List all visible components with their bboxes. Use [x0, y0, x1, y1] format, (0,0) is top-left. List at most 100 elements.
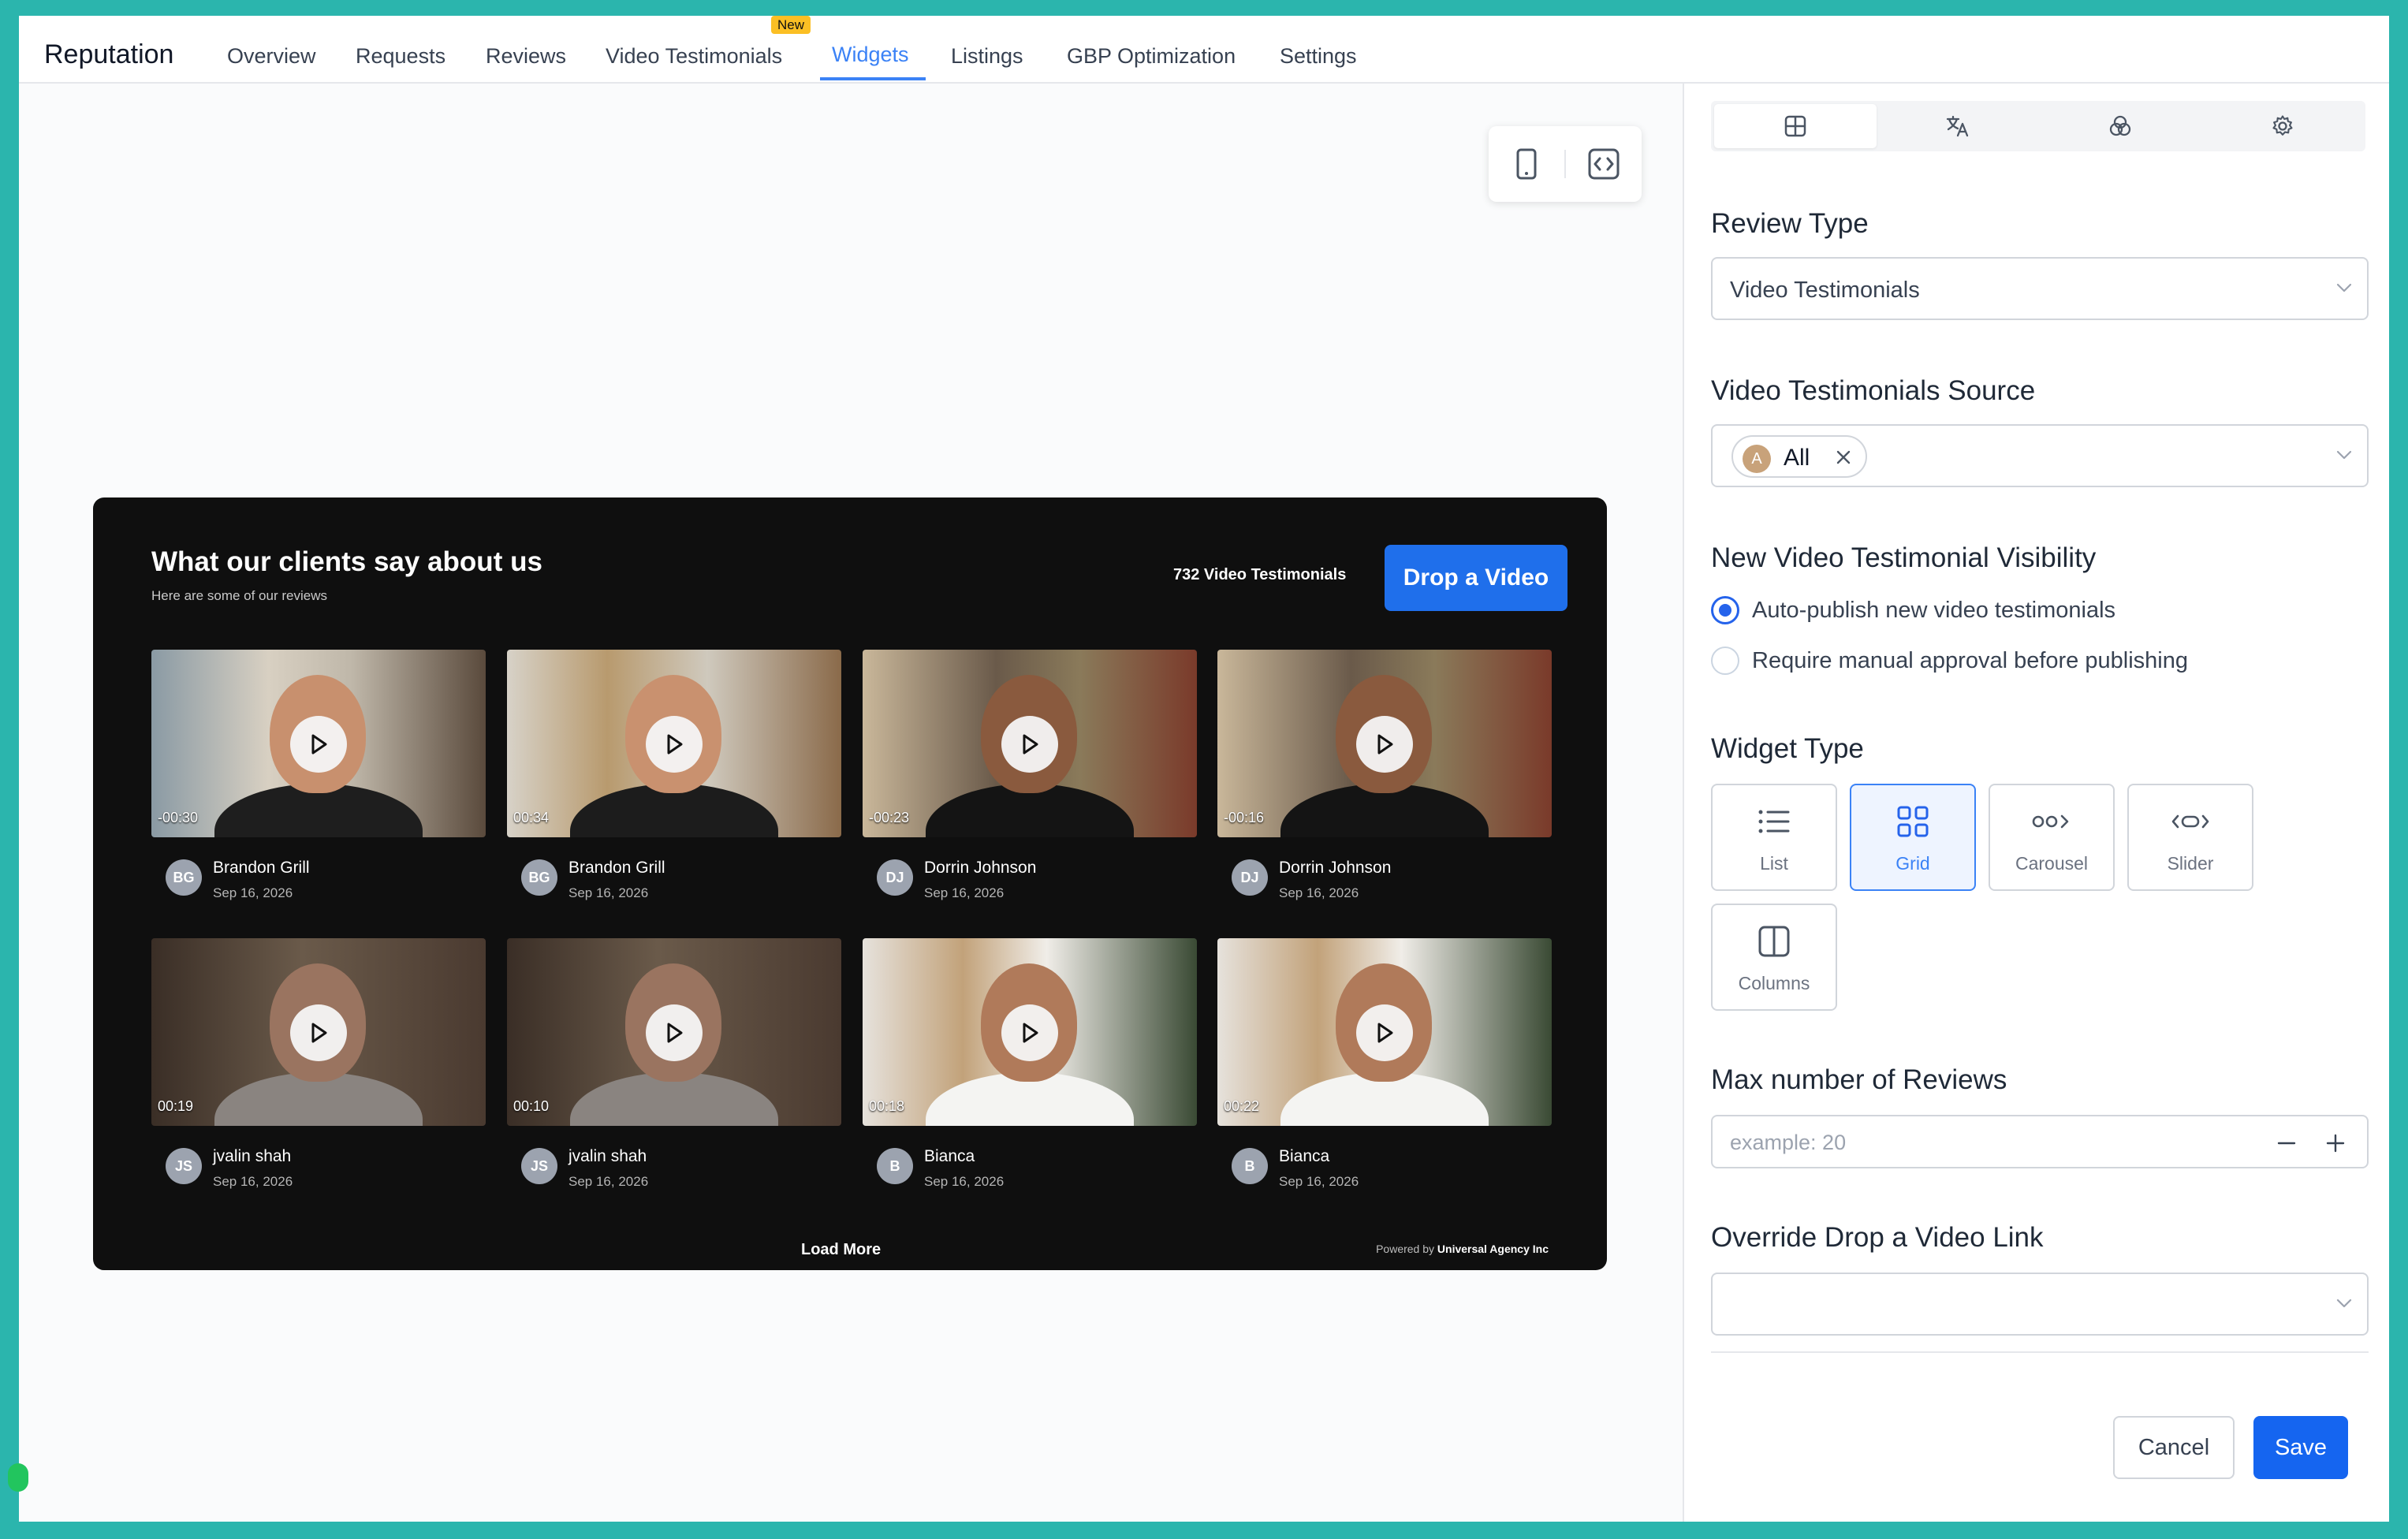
video-duration: 00:22: [1224, 1098, 1260, 1114]
manual-approval-label[interactable]: Require manual approval before publishin…: [1752, 650, 2188, 673]
nav-widgets[interactable]: Widgets: [832, 44, 909, 65]
gear-icon: [2272, 115, 2293, 136]
top-nav: Reputation Overview Requests Reviews Vid…: [19, 16, 2389, 84]
video-thumbnail[interactable]: 00:19: [151, 938, 486, 1126]
app-window: Reputation Overview Requests Reviews Vid…: [19, 16, 2389, 1522]
play-icon[interactable]: [1001, 716, 1058, 773]
widget-type-grid[interactable]: Grid: [1850, 784, 1976, 891]
widget-type-columns-label: Columns: [1738, 973, 1810, 993]
drag-handle[interactable]: [8, 1463, 28, 1492]
reviewer-name: Brandon Grill: [568, 859, 665, 877]
nav-reviews[interactable]: Reviews: [486, 46, 566, 67]
nav-settings[interactable]: Settings: [1280, 46, 1357, 67]
play-icon[interactable]: [1356, 716, 1413, 773]
max-reviews-label: Max number of Reviews: [1711, 1064, 2007, 1095]
review-date: Sep 16, 2026: [1279, 885, 1359, 900]
tab-layout[interactable]: [1714, 104, 1877, 148]
video-duration: -00:16: [1224, 810, 1265, 825]
video-thumbnail[interactable]: -00:23: [863, 650, 1197, 837]
video-duration: 00:10: [513, 1098, 550, 1114]
powered-by-brand[interactable]: Universal Agency Inc: [1437, 1243, 1549, 1255]
nav-video-testimonials[interactable]: Video Testimonials: [606, 46, 782, 67]
widget-type-list[interactable]: List: [1711, 784, 1837, 891]
nav-overview[interactable]: Overview: [227, 46, 316, 67]
plus-icon[interactable]: [2323, 1131, 2348, 1156]
video-thumbnail[interactable]: 00:10: [507, 938, 841, 1126]
video-thumbnail[interactable]: 00:18: [863, 938, 1197, 1126]
grid-icon: [1851, 803, 1974, 840]
nav-requests[interactable]: Requests: [356, 46, 445, 67]
review-type-select[interactable]: Video Testimonials: [1711, 257, 2369, 320]
play-icon[interactable]: [646, 1004, 703, 1061]
manual-approval-radio[interactable]: [1711, 647, 1739, 675]
nav-gbp-optimization[interactable]: GBP Optimization: [1067, 46, 1236, 67]
video-thumbnail[interactable]: 00:22: [1217, 938, 1552, 1126]
play-icon[interactable]: [1001, 1004, 1058, 1061]
avatar: BG: [166, 859, 202, 896]
play-icon[interactable]: [290, 716, 347, 773]
review-date: Sep 16, 2026: [568, 885, 649, 900]
video-thumbnail[interactable]: -00:16: [1217, 650, 1552, 837]
video-widget-preview: What our clients say about us Here are s…: [93, 497, 1607, 1270]
save-button[interactable]: Save: [2253, 1416, 2348, 1479]
play-icon[interactable]: [290, 1004, 347, 1061]
source-label: Video Testimonials Source: [1711, 375, 2036, 406]
close-icon[interactable]: [1832, 446, 1854, 472]
reviewer-name: jvalin shah: [213, 1147, 292, 1165]
review-date: Sep 16, 2026: [568, 1174, 649, 1189]
tab-style[interactable]: [2039, 104, 2201, 148]
chip-label: All: [1784, 445, 1810, 471]
load-more-button[interactable]: Load More: [801, 1242, 881, 1258]
auto-publish-label[interactable]: Auto-publish new video testimonials: [1752, 599, 2115, 622]
cancel-button[interactable]: Cancel: [2113, 1416, 2235, 1479]
layout-icon: [1784, 115, 1806, 137]
play-icon[interactable]: [646, 716, 703, 773]
nav-active-indicator: [820, 77, 926, 80]
code-icon[interactable]: [1588, 148, 1620, 180]
slider-icon: [2129, 803, 2252, 840]
preview-device-toggle: [1489, 126, 1642, 202]
widget-type-carousel[interactable]: Carousel: [1989, 784, 2115, 891]
override-link-select[interactable]: [1711, 1273, 2369, 1336]
nav-listings[interactable]: Listings: [951, 46, 1023, 67]
review-date: Sep 16, 2026: [213, 1174, 293, 1189]
minus-icon[interactable]: [2274, 1131, 2299, 1156]
source-chip: A All: [1731, 435, 1867, 478]
source-select[interactable]: A All: [1711, 424, 2369, 487]
widget-type-columns[interactable]: Columns: [1711, 904, 1837, 1011]
tab-language[interactable]: [1877, 104, 2039, 148]
widget-title: What our clients say about us: [151, 546, 542, 577]
video-duration: 00:19: [158, 1098, 194, 1114]
chevron-down-icon: [2335, 449, 2353, 464]
reviewer-name: Bianca: [1279, 1147, 1330, 1165]
avatar: BG: [521, 859, 557, 896]
review-type-label: Review Type: [1711, 208, 1869, 239]
mobile-icon[interactable]: [1511, 148, 1542, 180]
auto-publish-radio[interactable]: [1711, 596, 1739, 624]
avatar: JS: [166, 1148, 202, 1184]
visibility-label: New Video Testimonial Visibility: [1711, 542, 2097, 573]
avatar: B: [877, 1148, 913, 1184]
widget-type-slider-label: Slider: [2167, 853, 2214, 874]
max-reviews-input[interactable]: [1730, 1131, 2203, 1155]
review-type-value: Video Testimonials: [1730, 278, 1920, 303]
app-brand: Reputation: [44, 39, 174, 69]
widget-type-slider[interactable]: Slider: [2127, 784, 2253, 891]
avatar: B: [1232, 1148, 1268, 1184]
video-duration: -00:30: [158, 810, 199, 825]
review-date: Sep 16, 2026: [213, 885, 293, 900]
powered-by: Powered by Universal Agency Inc: [1376, 1243, 1549, 1254]
drop-video-button[interactable]: Drop a Video: [1385, 545, 1567, 611]
toggle-divider: [1564, 150, 1566, 178]
tab-settings[interactable]: [2201, 104, 2364, 148]
chevron-down-icon: [2335, 282, 2353, 297]
play-icon[interactable]: [1356, 1004, 1413, 1061]
video-thumbnail[interactable]: -00:30: [151, 650, 486, 837]
reviewer-name: Dorrin Johnson: [924, 859, 1037, 877]
override-link-label: Override Drop a Video Link: [1711, 1222, 2044, 1253]
video-thumbnail[interactable]: 00:34: [507, 650, 841, 837]
avatar: DJ: [877, 859, 913, 896]
palette-icon: [2109, 115, 2131, 136]
video-duration: 00:34: [513, 810, 550, 825]
settings-panel: Review Type Video Testimonials Video Tes…: [1683, 84, 2389, 1522]
